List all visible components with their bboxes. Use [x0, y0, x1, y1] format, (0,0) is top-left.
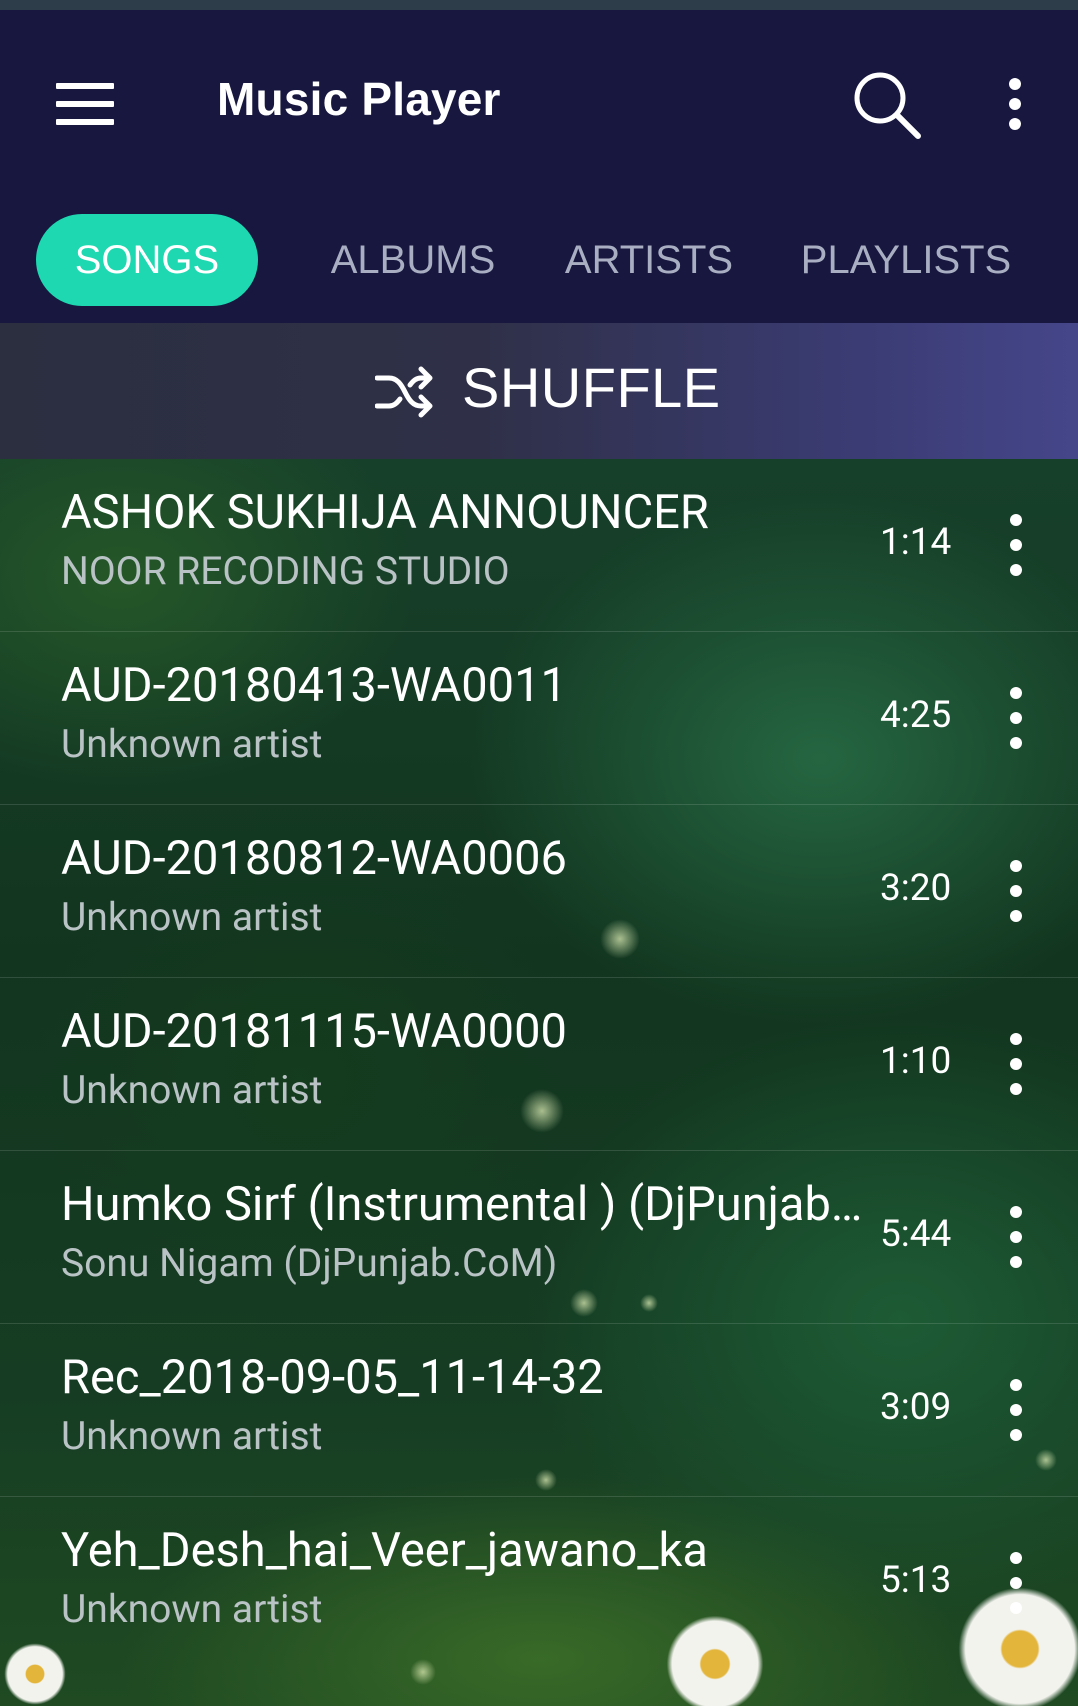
- song-more-icon[interactable]: [1001, 1206, 1031, 1268]
- song-duration: 3:09: [880, 1386, 952, 1429]
- song-artist: Unknown artist: [61, 1067, 323, 1113]
- song-row[interactable]: Humko Sirf (Instrumental ) (DjPunjab.CoM…: [0, 1151, 1078, 1324]
- song-artist: Unknown artist: [61, 721, 323, 767]
- song-duration: 1:10: [880, 1040, 952, 1083]
- more-vert-icon[interactable]: [995, 74, 1035, 134]
- search-icon[interactable]: [852, 70, 922, 140]
- song-duration: 4:25: [880, 694, 952, 737]
- song-title: AUD-20180812-WA0006: [61, 831, 567, 886]
- app-header: Music Player SONGS ALBUMS ARTISTS PLAYLI…: [0, 10, 1078, 323]
- song-duration: 5:13: [880, 1559, 952, 1602]
- song-title: ASHOK SUKHIJA ANNOUNCER: [61, 485, 709, 540]
- song-row[interactable]: Rec_2018-09-05_11-14-32 Unknown artist 3…: [0, 1324, 1078, 1497]
- song-row[interactable]: ASHOK SUKHIJA ANNOUNCER NOOR RECODING ST…: [0, 459, 1078, 632]
- song-more-icon[interactable]: [1001, 1033, 1031, 1095]
- song-row[interactable]: Yeh_Desh_hai_Veer_jawano_ka Unknown arti…: [0, 1497, 1078, 1669]
- song-artist: NOOR RECODING STUDIO: [61, 548, 510, 594]
- tab-albums[interactable]: ALBUMS: [318, 214, 508, 306]
- song-title: Yeh_Desh_hai_Veer_jawano_ka: [61, 1523, 708, 1578]
- tab-songs[interactable]: SONGS: [36, 214, 258, 306]
- song-row[interactable]: AUD-20180812-WA0006 Unknown artist 3:20: [0, 805, 1078, 978]
- page-title: Music Player: [217, 73, 501, 125]
- song-title: Humko Sirf (Instrumental ) (DjPunjab.CoM…: [61, 1177, 871, 1232]
- song-more-icon[interactable]: [1001, 1379, 1031, 1441]
- shuffle-label: SHUFFLE: [462, 356, 721, 419]
- song-title: AUD-20180413-WA0011: [61, 658, 567, 713]
- song-row[interactable]: AUD-20181115-WA0000 Unknown artist 1:10: [0, 978, 1078, 1151]
- song-artist: Unknown artist: [61, 894, 323, 940]
- song-more-icon[interactable]: [1001, 514, 1031, 576]
- song-title: Rec_2018-09-05_11-14-32: [61, 1350, 604, 1405]
- song-row[interactable]: AUD-20180413-WA0011 Unknown artist 4:25: [0, 632, 1078, 805]
- song-duration: 5:44: [880, 1213, 952, 1256]
- shuffle-button[interactable]: SHUFFLE: [0, 323, 1078, 459]
- hamburger-menu-icon[interactable]: [56, 83, 114, 125]
- shuffle-icon: [374, 366, 433, 418]
- song-more-icon[interactable]: [1001, 860, 1031, 922]
- song-more-icon[interactable]: [1001, 1552, 1031, 1614]
- status-bar-strip: [0, 0, 1078, 10]
- song-more-icon[interactable]: [1001, 687, 1031, 749]
- song-duration: 3:20: [880, 867, 952, 910]
- song-artist: Unknown artist: [61, 1413, 323, 1459]
- song-artist: Unknown artist: [61, 1586, 323, 1632]
- song-list: ASHOK SUKHIJA ANNOUNCER NOOR RECODING ST…: [0, 459, 1078, 1706]
- tab-artists[interactable]: ARTISTS: [555, 214, 743, 306]
- song-title: AUD-20181115-WA0000: [61, 1004, 567, 1059]
- song-duration: 1:14: [880, 521, 952, 564]
- song-artist: Sonu Nigam (DjPunjab.CoM): [61, 1240, 558, 1286]
- tab-playlists[interactable]: PLAYLISTS: [792, 214, 1020, 306]
